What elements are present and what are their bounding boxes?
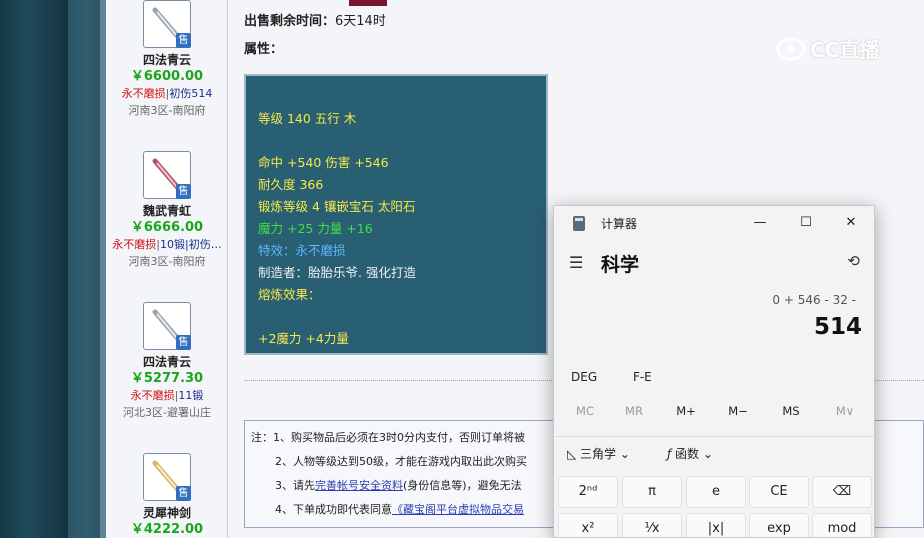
remaining-time-label: 出售剩余时间：	[244, 14, 336, 29]
square-key[interactable]: x²	[558, 513, 618, 537]
attributes-box: 等级 140 五行 木 命中 +540 伤害 +546 耐久度 366 锻炼等级…	[244, 74, 548, 355]
trade-agreement-link[interactable]: 《藏宝阁平台虚拟物品交易	[392, 503, 524, 516]
calculator-app-title: 计算器	[601, 217, 638, 231]
attr-forge-gem: 锻炼等级 4 镶嵌宝石 太阳石	[258, 199, 416, 214]
memory-list-button[interactable]: M∨	[814, 400, 874, 422]
trigonometry-dropdown[interactable]: ◺ 三角学 ⌄	[567, 445, 630, 462]
item-thumbnail[interactable]: 售	[143, 151, 191, 199]
item-name[interactable]: 魏武青虹	[106, 203, 228, 219]
close-button[interactable]: ✕	[831, 210, 871, 236]
function-icon: ƒ	[667, 447, 676, 461]
triangle-icon: ◺	[567, 447, 581, 461]
angle-mode-row: DEG F-E	[571, 370, 684, 384]
item-tags: 永不磨损|10锻|初伤…	[112, 238, 222, 251]
stream-watermark: CC直播	[776, 34, 879, 63]
cc-logo-icon	[776, 37, 806, 60]
chevron-down-icon: ⌄	[616, 447, 630, 461]
mod-key[interactable]: mod	[812, 513, 872, 537]
tag-durability: 永不磨损	[112, 238, 157, 251]
attr-blank	[258, 306, 546, 328]
item-thumbnail[interactable]: 售	[143, 0, 191, 48]
attr-special-effect: 特效：永不磨损	[258, 243, 346, 258]
calculator-app-icon	[573, 216, 585, 231]
item-name[interactable]: 灵犀神剑	[106, 505, 228, 521]
calculator-result: 514	[813, 314, 862, 340]
item-thumbnail[interactable]: 售	[143, 302, 191, 350]
second-function-key[interactable]: 2ⁿᵈ	[558, 476, 618, 508]
item-price: ￥4222.00	[130, 522, 204, 537]
function-row: ◺ 三角学 ⌄ ƒ 函数 ⌄	[554, 436, 874, 468]
memory-store-button[interactable]: MS	[760, 400, 822, 422]
sidebar-item-4[interactable]: 售 灵犀神剑 ￥4222.00	[106, 453, 228, 538]
item-name[interactable]: 四法青云	[106, 354, 228, 370]
tag-extra: 初伤514	[169, 87, 213, 100]
history-icon[interactable]: ⟲	[847, 252, 860, 270]
item-price: ￥6600.00	[130, 69, 204, 84]
watermark-text: CC直播	[810, 38, 880, 62]
tag-extra: 11锻	[178, 389, 204, 402]
sell-badge: 售	[176, 335, 191, 350]
tag-extra: 10锻|初伤…	[160, 238, 222, 251]
item-tags: 永不磨损|初伤514	[121, 87, 213, 100]
calculator-mode-title: 科学	[601, 254, 640, 276]
maximize-button[interactable]: ☐	[786, 210, 826, 236]
color-swatch	[349, 0, 387, 6]
fe-button[interactable]: F-E	[633, 370, 652, 384]
sell-badge: 售	[176, 486, 191, 501]
backspace-key[interactable]: ⌫	[812, 476, 872, 508]
item-price: ￥5277.30	[130, 371, 204, 386]
attr-blank	[258, 130, 546, 152]
remaining-time: 出售剩余时间：6天14时	[244, 10, 386, 29]
sell-badge: 售	[176, 33, 191, 48]
related-items-sidebar: 售 四法青云 ￥6600.00 永不磨损|初伤514 河南3区-南阳府 售 魏武…	[106, 0, 228, 538]
item-name[interactable]: 四法青云	[106, 52, 228, 68]
calculator-window[interactable]: 计算器 — ☐ ✕ ☰ 科学 ⟲ 0 + 546 - 32 - 514 DEG …	[553, 205, 875, 538]
page-left-background	[0, 0, 68, 538]
pi-key[interactable]: π	[622, 476, 682, 508]
exp-key[interactable]: exp	[749, 513, 809, 537]
item-server: 河南3区-南阳府	[128, 255, 206, 268]
function-dropdown[interactable]: ƒ 函数 ⌄	[667, 445, 713, 462]
sidebar-item-2[interactable]: 售 魏武青虹 ￥6666.00 永不磨损|10锻|初伤… 河南3区-南阳府	[106, 151, 228, 271]
calculator-titlebar[interactable]: 计算器 — ☐ ✕	[554, 206, 874, 240]
sidebar-item-1[interactable]: 售 四法青云 ￥6600.00 永不磨损|初伤514 河南3区-南阳府	[106, 0, 228, 120]
attributes-label: 属性：	[244, 42, 284, 57]
calculator-header: ☰ 科学 ⟲	[554, 248, 874, 278]
item-price: ￥6666.00	[130, 220, 204, 235]
calculator-expression: 0 + 546 - 32 -	[772, 293, 856, 307]
attr-smelt-label: 熔炼效果：	[258, 287, 321, 302]
tag-durability: 永不磨损	[121, 87, 166, 100]
tag-durability: 永不磨损	[130, 389, 175, 402]
attr-level: 等级 140 五行 木	[258, 111, 357, 126]
item-server: 河南3区-南阳府	[128, 104, 206, 117]
attr-smelt-bonus: +2魔力 +4力量	[258, 331, 349, 346]
account-security-link[interactable]: 完善帐号安全资料	[315, 479, 403, 492]
remaining-time-value: 6天14时	[335, 14, 386, 29]
minimize-button[interactable]: —	[740, 210, 780, 236]
item-tags: 永不磨损|11锻	[130, 389, 204, 402]
clear-entry-key[interactable]: CE	[749, 476, 809, 508]
attr-durability: 耐久度 366	[258, 177, 324, 192]
reciprocal-key[interactable]: ¹⁄x	[622, 513, 682, 537]
absolute-key[interactable]: |x|	[686, 513, 746, 537]
sidebar-item-3[interactable]: 售 四法青云 ￥5277.30 永不磨损|11锻 河北3区-避署山庄	[106, 302, 228, 422]
item-thumbnail[interactable]: 售	[143, 453, 191, 501]
attr-hit-damage: 命中 +540 伤害 +546	[258, 155, 389, 170]
menu-icon[interactable]: ☰	[569, 253, 583, 272]
item-server: 河北3区-避署山庄	[123, 406, 211, 419]
e-key[interactable]: e	[686, 476, 746, 508]
chevron-down-icon: ⌄	[699, 447, 713, 461]
memory-row: MC MR M+ M− MS M∨	[554, 400, 874, 422]
deg-button[interactable]: DEG	[571, 370, 597, 384]
attr-magic-strength: 魔力 +25 力量 +16	[258, 221, 373, 236]
sell-badge: 售	[176, 184, 191, 199]
attr-maker: 制造者：胎胎乐爷. 强化打造	[258, 265, 416, 280]
